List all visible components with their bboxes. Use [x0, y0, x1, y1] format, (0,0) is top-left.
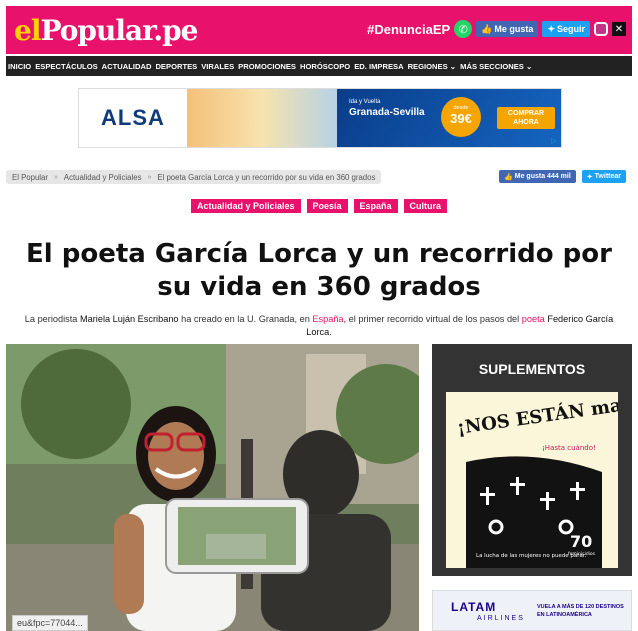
- share-buttons: 👍 Me gusta 444 mil ✦ Twittear: [499, 170, 626, 183]
- nav-item-deportes[interactable]: DEPORTES: [155, 62, 197, 71]
- close-icon[interactable]: ✕: [612, 22, 626, 36]
- ad-photo: [187, 89, 337, 147]
- nav-item-ed-impresa[interactable]: ED. IMPRESA: [354, 62, 403, 71]
- lead-text: ha creado en la U. Granada, en: [178, 314, 313, 324]
- latam-ad-text: VUELA A MÁS DE 120 DESTINOS EN LATINOAMÉ…: [537, 604, 624, 618]
- latam-ad-banner[interactable]: LATAM AIRLINES VUELA A MÁS DE 120 DESTIN…: [432, 590, 632, 631]
- article-tags: Actualidad y Policiales Poesía España Cu…: [0, 199, 638, 213]
- site-header: elPopular.pe #DenunciaEP ✆ 👍 Me gusta ✦ Se…: [6, 6, 632, 54]
- article-photo-illustration: [6, 344, 419, 631]
- article-lead: La periodista Mariela Luján Escribano ha…: [12, 313, 626, 339]
- latam-airlines-text: AIRLINES: [477, 615, 525, 622]
- facebook-like-button[interactable]: 👍 Me gusta: [476, 21, 539, 37]
- lead-journalist-link[interactable]: Mariela Luján Escribano: [80, 314, 179, 324]
- cover-number: 70: [570, 532, 592, 551]
- alsa-logo: ALSA: [101, 105, 165, 130]
- nav-mas-label: MÁS SECCIONES: [460, 61, 524, 71]
- hashtag-link[interactable]: #DenunciaEP: [367, 22, 450, 37]
- adchoices-icon[interactable]: ▷: [551, 137, 559, 145]
- supplements-title: SUPLEMENTOS: [478, 361, 586, 377]
- site-logo[interactable]: elPopular.pe: [14, 14, 198, 47]
- breadcrumb-separator-icon: »: [147, 173, 152, 181]
- thumbs-up-icon: 👍: [504, 173, 513, 181]
- tag-cultura[interactable]: Cultura: [403, 199, 448, 213]
- like-label: Me gusta: [494, 24, 534, 34]
- nav-item-horoscopo[interactable]: HORÓSCOPO: [300, 62, 350, 71]
- tag-poesia[interactable]: Poesía: [306, 199, 348, 213]
- lead-poet-link[interactable]: poeta: [522, 314, 545, 324]
- tag-espana[interactable]: España: [353, 199, 398, 213]
- breadcrumb: El Popular » Actualidad y Policiales » E…: [6, 170, 382, 184]
- lead-text: La periodista: [24, 314, 80, 324]
- lead-text: .: [329, 327, 332, 337]
- nav-item-mas-secciones[interactable]: MÁS SECCIONES ⌄: [460, 62, 532, 71]
- lead-country-link[interactable]: España: [312, 314, 343, 324]
- breadcrumb-home[interactable]: El Popular: [12, 173, 48, 182]
- breadcrumb-section[interactable]: Actualidad y Policiales: [64, 173, 142, 182]
- twitter-follow-button[interactable]: ✦ Seguir: [542, 21, 590, 37]
- supplement-cover-art: ¡NOS ESTÁN matando! ¡Hasta cuándo! La lu…: [446, 392, 618, 568]
- whatsapp-icon[interactable]: ✆: [454, 20, 473, 38]
- alsa-ad-banner[interactable]: ALSA Ida y Vuelta Granada-Sevilla desde 3…: [78, 88, 562, 148]
- fb-like-count: Me gusta 444 mil: [514, 173, 571, 180]
- cover-sub: ¡Hasta cuándo!: [542, 444, 596, 452]
- facebook-like-count-button[interactable]: 👍 Me gusta 444 mil: [499, 170, 576, 183]
- lead-text: , el primer recorrido virtual de los pas…: [343, 314, 522, 324]
- ad-price-amount: 39€: [450, 111, 472, 126]
- supplements-widget: SUPLEMENTOS ¡NOS ESTÁN matando! ¡Hasta c…: [432, 344, 632, 576]
- main-nav: INICIO ESPECTÁCULOS ACTUALIDAD DEPORTES …: [6, 56, 632, 76]
- tweet-label: Twittear: [594, 173, 621, 180]
- follow-label: Seguir: [556, 24, 585, 34]
- nav-item-espectaculos[interactable]: ESPECTÁCULOS: [35, 62, 97, 71]
- nav-item-regiones[interactable]: REGIONES ⌄: [408, 62, 457, 71]
- article-title: El poeta García Lorca y un recorrido por…: [26, 239, 612, 302]
- twitter-bird-icon: ✦: [547, 23, 555, 34]
- latam-logo: LATAM: [451, 600, 497, 614]
- nav-item-actualidad[interactable]: ACTUALIDAD: [102, 62, 152, 71]
- supplement-cover[interactable]: ¡NOS ESTÁN matando! ¡Hasta cuándo! La lu…: [446, 392, 618, 568]
- article-main-image[interactable]: eu&fpc=77044...: [6, 344, 419, 631]
- status-url-bar: eu&fpc=77044...: [12, 615, 88, 631]
- chevron-down-icon: ⌄: [526, 61, 533, 71]
- nav-item-virales[interactable]: VIRALES: [201, 62, 234, 71]
- logo-main-text: Popular.pe: [40, 14, 198, 47]
- thumbs-up-icon: 👍: [481, 23, 493, 34]
- nav-item-promociones[interactable]: PROMOCIONES: [238, 62, 296, 71]
- tweet-button[interactable]: ✦ Twittear: [581, 170, 626, 183]
- nav-item-inicio[interactable]: INICIO: [8, 62, 31, 71]
- cover-number-sub: feminicidios: [568, 551, 596, 557]
- ad-buy-button[interactable]: COMPRAR AHORA: [497, 107, 555, 129]
- header-social: #DenunciaEP ✆ 👍 Me gusta ✦ Seguir ✕: [367, 20, 626, 38]
- instagram-icon[interactable]: [594, 22, 608, 36]
- tag-actualidad[interactable]: Actualidad y Policiales: [190, 199, 301, 213]
- breadcrumb-separator-icon: »: [53, 173, 58, 181]
- logo-el-text: el: [14, 14, 41, 47]
- twitter-bird-icon: ✦: [586, 173, 593, 181]
- ad-route: Granada-Sevilla: [349, 107, 425, 118]
- nav-regiones-label: REGIONES: [407, 61, 448, 71]
- chevron-down-icon: ⌄: [449, 61, 457, 71]
- breadcrumb-current: El poeta García Lorca y un recorrido por…: [157, 172, 376, 182]
- ad-price-badge: desde 39€: [441, 97, 481, 137]
- ad-logo-area: ALSA: [79, 89, 187, 147]
- ad-route-small: Ida y Vuelta: [349, 99, 381, 105]
